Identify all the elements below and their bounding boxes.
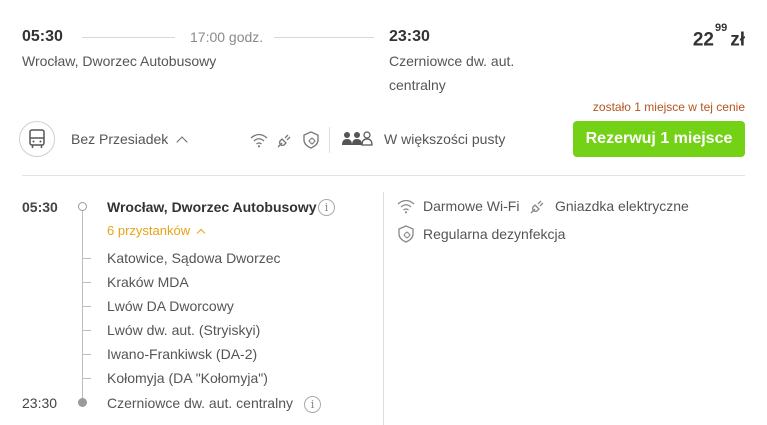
summary-separator: [329, 127, 330, 153]
chevron-up-icon: [196, 228, 206, 237]
transfers-toggle[interactable]: Bez Przesiadek: [71, 131, 188, 148]
bus-icon: [19, 121, 55, 157]
list-item: Kraków MDA: [107, 274, 189, 290]
wifi-icon: [397, 199, 415, 214]
stop-tick: [83, 258, 91, 259]
route-end-time: 23:30: [22, 395, 58, 411]
amenity-disinfection: Regularna dezynfekcja: [397, 225, 565, 243]
route-end-station: Czerniowce dw. aut. centralny: [107, 395, 293, 411]
list-item: Katowice, Sądowa Dworzec: [107, 250, 281, 266]
chevron-up-icon: [176, 135, 188, 148]
price-currency: zł: [730, 29, 745, 51]
route-start-time: 05:30: [22, 199, 58, 215]
list-item: Lwów DA Dworcowy: [107, 298, 234, 314]
departure-station: Wrocław, Dworzec Autobusowy: [22, 53, 217, 69]
route-end-dot: [78, 398, 87, 407]
route-start-station: Wrocław, Dworzec Autobusowy: [107, 199, 317, 215]
book-button[interactable]: Rezerwuj 1 miejsce: [573, 121, 745, 157]
disinfection-icon: [303, 131, 319, 149]
amenity-socket: Gniazdka elektryczne: [529, 197, 689, 215]
amenity-wifi-label: Darmowe Wi-Fi: [423, 198, 520, 214]
info-icon[interactable]: i: [304, 396, 321, 413]
amenity-disinfection-label: Regularna dezynfekcja: [423, 226, 566, 242]
list-item: Lwów dw. aut. (Stryiskyi): [107, 322, 261, 338]
stop-tick: [83, 330, 91, 331]
info-icon[interactable]: i: [318, 199, 335, 216]
route-start-dot: [78, 202, 87, 211]
price-cents: 99: [714, 22, 728, 34]
duration-line-right: [274, 37, 374, 38]
list-item: Iwano-Frankiwsk (DA-2): [107, 346, 258, 362]
stops-count: 6 przystanków: [107, 223, 191, 238]
plug-icon: [277, 134, 291, 148]
duration-line-left: [82, 37, 175, 38]
arrival-station: Czerniowce dw. aut. centralny: [389, 49, 514, 97]
amenity-wifi: Darmowe Wi-Fi: [397, 198, 519, 214]
wifi-icon: [250, 133, 268, 148]
stop-tick: [83, 282, 91, 283]
amenity-socket-label: Gniazdka elektryczne: [555, 198, 689, 214]
occupancy-icon: [341, 130, 373, 153]
price-main: 22: [692, 29, 714, 51]
arrival-station-line1: Czerniowce dw. aut.: [389, 53, 515, 69]
plug-icon: [530, 200, 544, 214]
amenity-icons: [250, 131, 320, 149]
arrival-time: 23:30: [389, 28, 430, 45]
disinfection-icon: [398, 225, 414, 243]
stop-tick: [83, 354, 91, 355]
occupancy-label: W większości pusty: [384, 131, 506, 147]
list-item: Kołomyja (DA "Kołomyja"): [107, 370, 268, 386]
detail-separator: [383, 192, 384, 425]
trip-duration: 17:00 godz.: [190, 29, 264, 45]
stops-toggle[interactable]: 6 przystanków: [107, 223, 206, 238]
stop-tick: [83, 378, 91, 379]
seats-notice: zostało 1 miejsce w tej cenie: [592, 100, 745, 114]
route-timeline: [82, 206, 83, 402]
transfers-label: Bez Przesiadek: [71, 131, 169, 147]
price: 2299zł: [692, 22, 745, 51]
section-divider: [22, 175, 745, 176]
stop-tick: [83, 306, 91, 307]
arrival-station-line2: centralny: [389, 77, 446, 93]
departure-time: 05:30: [22, 28, 63, 45]
